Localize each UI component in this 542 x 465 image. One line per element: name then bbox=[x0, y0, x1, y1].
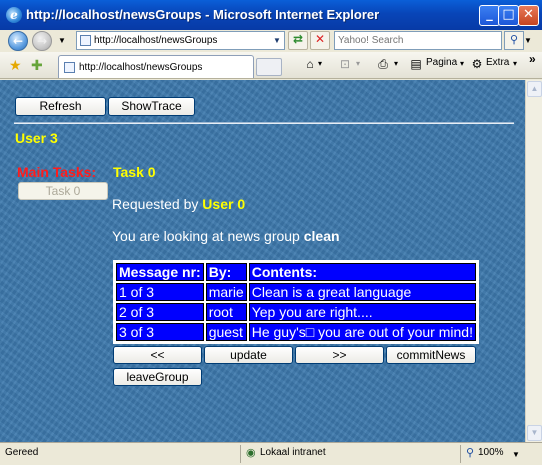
commit-news-button[interactable]: commitNews bbox=[386, 346, 476, 364]
search-dropdown-icon[interactable]: ▼ bbox=[524, 36, 532, 45]
minimize-button[interactable]: _ bbox=[479, 5, 500, 26]
divider bbox=[460, 445, 461, 463]
refresh-go-icon[interactable]: ⇄ bbox=[288, 31, 308, 50]
extra-dropdown-icon[interactable]: ▾ bbox=[513, 59, 517, 68]
extra-menu[interactable]: Extra bbox=[486, 57, 509, 68]
page-dropdown-icon[interactable]: ▾ bbox=[460, 59, 464, 68]
page-menu-icon[interactable]: ▤ bbox=[408, 56, 424, 72]
address-dropdown-icon[interactable]: ▼ bbox=[270, 32, 284, 49]
requested-by-line: Requested by User 0 bbox=[112, 196, 245, 212]
zoom-level[interactable]: 100% bbox=[478, 447, 504, 458]
back-button[interactable]: ← bbox=[8, 31, 28, 51]
add-favorite-icon[interactable]: ✚ bbox=[31, 57, 43, 74]
history-dropdown-icon[interactable]: ▼ bbox=[58, 36, 66, 45]
column-header: By: bbox=[205, 263, 247, 281]
message-contents: Clean is a great language bbox=[248, 283, 476, 301]
task-0-button[interactable]: Task 0 bbox=[18, 182, 108, 200]
window-titlebar: e http://localhost/newsGroups - Microsof… bbox=[0, 0, 542, 30]
tab-title: http://localhost/newsGroups bbox=[79, 62, 203, 73]
table-row: 1 of 3 marie Clean is a great language bbox=[116, 283, 476, 301]
close-button[interactable]: ✕ bbox=[518, 5, 539, 26]
page-viewport: Refresh ShowTrace User 3 Main Tasks: Tas… bbox=[0, 80, 525, 442]
column-header: Contents: bbox=[248, 263, 476, 281]
address-bar[interactable]: http://localhost/newsGroups ▼ bbox=[76, 31, 285, 50]
tab-toolbar: ★ ✚ http://localhost/newsGroups ⌂ ▾ ⊡ ▾ … bbox=[0, 52, 542, 79]
overflow-chevron-icon[interactable]: » bbox=[529, 52, 536, 66]
gear-icon[interactable]: ⚙ bbox=[469, 56, 485, 72]
message-number: 1 of 3 bbox=[116, 283, 204, 301]
message-contents: He guy's□ you are out of your mind! bbox=[248, 323, 476, 341]
task-title: Task 0 bbox=[113, 164, 156, 180]
address-toolbar: ← → ▼ http://localhost/newsGroups ▼ ⇄ ✕ … bbox=[0, 30, 542, 52]
table-row: 3 of 3 guest He guy's□ you are out of yo… bbox=[116, 323, 476, 341]
status-bar: Gereed ◉ Lokaal intranet ⚲ 100% ▼ bbox=[0, 442, 542, 465]
leave-group-button[interactable]: leaveGroup bbox=[113, 368, 202, 386]
home-dropdown-icon[interactable]: ▾ bbox=[318, 59, 322, 68]
stop-icon[interactable]: ✕ bbox=[310, 31, 330, 50]
zoom-dropdown-icon[interactable]: ▼ bbox=[512, 450, 520, 459]
next-button[interactable]: >> bbox=[295, 346, 384, 364]
home-icon[interactable]: ⌂ bbox=[302, 56, 318, 72]
column-header: Message nr: bbox=[116, 263, 204, 281]
message-number: 2 of 3 bbox=[116, 303, 204, 321]
search-icon[interactable]: ⚲ bbox=[504, 31, 524, 50]
forward-button[interactable]: → bbox=[32, 31, 52, 51]
requested-by-user: User 0 bbox=[202, 196, 246, 212]
table-header-row: Message nr: By: Contents: bbox=[116, 263, 476, 281]
page-icon bbox=[64, 62, 75, 73]
divider bbox=[240, 445, 241, 463]
print-icon[interactable]: ⎙ bbox=[375, 56, 391, 72]
divider bbox=[14, 122, 514, 124]
feeds-dropdown-icon[interactable]: ▾ bbox=[356, 59, 360, 68]
message-author: root bbox=[205, 303, 247, 321]
update-button[interactable]: update bbox=[204, 346, 293, 364]
status-text: Gereed bbox=[5, 447, 39, 458]
scroll-up-icon[interactable]: ▲ bbox=[527, 81, 542, 97]
feeds-icon[interactable]: ⊡ bbox=[337, 56, 353, 72]
news-group-name: clean bbox=[303, 228, 340, 244]
message-author: marie bbox=[205, 283, 247, 301]
message-author: guest bbox=[205, 323, 247, 341]
search-input[interactable] bbox=[335, 32, 501, 49]
news-group-label: You are looking at news group bbox=[112, 228, 300, 244]
message-number: 3 of 3 bbox=[116, 323, 204, 341]
previous-button[interactable]: << bbox=[113, 346, 202, 364]
maximize-button[interactable]: □ bbox=[498, 5, 519, 26]
main-tasks-label: Main Tasks: bbox=[17, 164, 97, 180]
address-input[interactable]: http://localhost/newsGroups bbox=[94, 35, 217, 46]
security-zone: Lokaal intranet bbox=[260, 447, 326, 458]
internet-explorer-icon: e bbox=[6, 7, 22, 23]
tab-newsgroups[interactable]: http://localhost/newsGroups bbox=[58, 55, 254, 78]
requested-by-label: Requested by bbox=[112, 196, 199, 212]
show-trace-button[interactable]: ShowTrace bbox=[108, 97, 195, 116]
refresh-button[interactable]: Refresh bbox=[15, 97, 106, 116]
table-row: 2 of 3 root Yep you are right.... bbox=[116, 303, 476, 321]
print-dropdown-icon[interactable]: ▾ bbox=[394, 59, 398, 68]
scroll-down-icon[interactable]: ▼ bbox=[527, 425, 542, 441]
window-title: http://localhost/newsGroups - Microsoft … bbox=[26, 7, 380, 22]
messages-table: Message nr: By: Contents: 1 of 3 marie C… bbox=[113, 260, 479, 344]
message-contents: Yep you are right.... bbox=[248, 303, 476, 321]
vertical-scrollbar[interactable]: ▲ ▼ bbox=[525, 80, 542, 442]
page-icon bbox=[80, 35, 91, 46]
page-menu[interactable]: Pagina bbox=[426, 57, 457, 68]
new-tab-button[interactable] bbox=[256, 58, 282, 76]
favorites-star-icon[interactable]: ★ bbox=[9, 57, 22, 74]
zoom-icon[interactable]: ⚲ bbox=[466, 446, 474, 459]
intranet-zone-icon: ◉ bbox=[246, 447, 256, 459]
search-box[interactable] bbox=[334, 31, 502, 50]
user-heading: User 3 bbox=[15, 130, 58, 146]
news-group-line: You are looking at news group clean bbox=[112, 228, 340, 244]
